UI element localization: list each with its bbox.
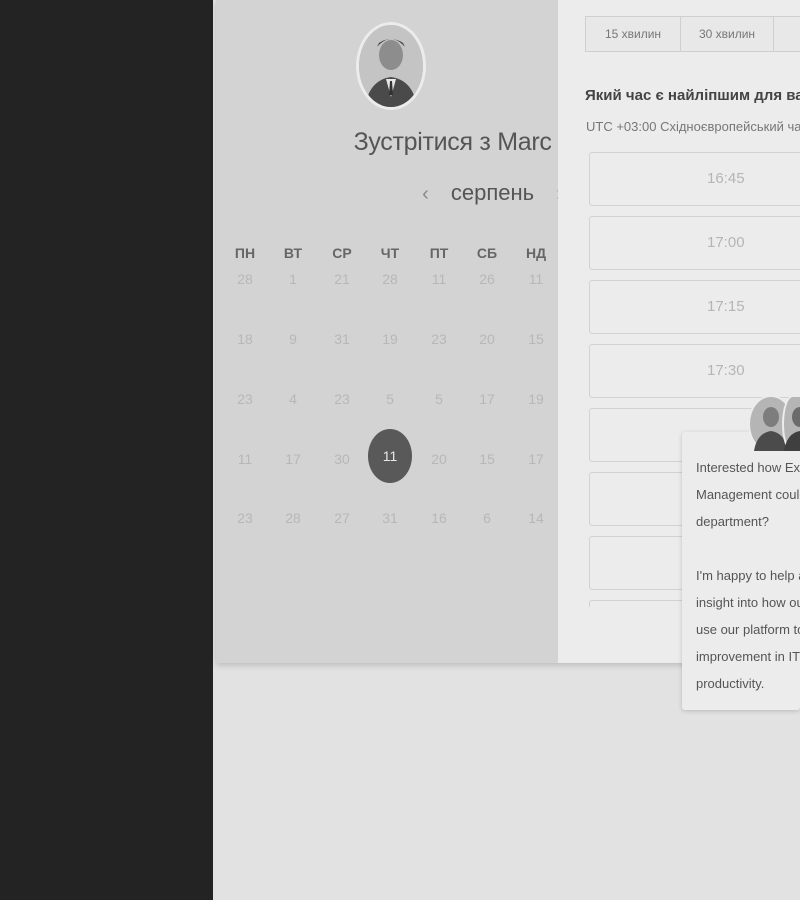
- weekday-label: СР: [332, 245, 352, 261]
- calendar-day[interactable]: 28: [370, 271, 410, 291]
- calendar-day[interactable]: 6: [467, 510, 507, 530]
- duration-tabs: 15 хвилин 30 хвилин: [585, 16, 800, 52]
- calendar-day[interactable]: 20: [467, 331, 507, 351]
- calendar-day[interactable]: 20: [419, 451, 459, 471]
- weekday-label: ЧТ: [380, 245, 400, 261]
- duration-tab[interactable]: 15 хвилин: [586, 17, 681, 51]
- chat-message: Interested how Exp Management could depa…: [696, 460, 800, 691]
- timezone-label[interactable]: UTC +03:00 Східноєвропейський час: [586, 119, 800, 134]
- calendar-day[interactable]: 17: [516, 451, 556, 471]
- calendar-day[interactable]: 26: [467, 271, 507, 291]
- weekday-label: ПН: [234, 245, 256, 261]
- calendar-day[interactable]: 5: [370, 391, 410, 411]
- calendar-day[interactable]: 11: [516, 271, 556, 291]
- time-slot[interactable]: 17:00: [589, 216, 800, 270]
- agent-avatar: [782, 395, 800, 453]
- calendar-day[interactable]: 19: [516, 391, 556, 411]
- calendar-day[interactable]: 11: [419, 271, 459, 291]
- calendar-day[interactable]: 5: [419, 391, 459, 411]
- calendar-day[interactable]: 28: [225, 271, 265, 291]
- calendar-day[interactable]: 14: [516, 510, 556, 530]
- chat-avatars[interactable]: [748, 395, 800, 453]
- calendar-day[interactable]: 31: [322, 331, 362, 351]
- prev-month-icon[interactable]: ‹: [410, 183, 441, 205]
- time-question-heading: Який час є найліпшим для вас?: [585, 87, 800, 104]
- calendar-day-selected[interactable]: 11: [368, 429, 412, 483]
- calendar-day[interactable]: 1: [273, 271, 313, 291]
- calendar-day[interactable]: 23: [225, 510, 265, 530]
- calendar-day[interactable]: 23: [419, 331, 459, 351]
- agent-photo-icon: [784, 407, 800, 451]
- calendar-day[interactable]: 28: [273, 510, 313, 530]
- chat-popup[interactable]: Interested how Exp Management could depa…: [682, 432, 800, 710]
- calendar-day[interactable]: 30: [322, 451, 362, 471]
- calendar-day[interactable]: 4: [273, 391, 313, 411]
- calendar-day[interactable]: 23: [322, 391, 362, 411]
- weekday-label: ПТ: [429, 245, 449, 261]
- calendar-day[interactable]: 15: [516, 331, 556, 351]
- time-slot[interactable]: 16:45: [589, 152, 800, 206]
- calendar-day[interactable]: 19: [370, 331, 410, 351]
- weekday-label: ВТ: [283, 245, 303, 261]
- calendar-day[interactable]: 31: [370, 510, 410, 530]
- calendar-day[interactable]: 27: [322, 510, 362, 530]
- calendar-day[interactable]: 23: [225, 391, 265, 411]
- left-dark-area: [0, 0, 213, 900]
- calendar-day[interactable]: 15: [467, 451, 507, 471]
- host-photo-icon: [359, 25, 423, 107]
- time-slot[interactable]: 17:30: [589, 344, 800, 398]
- host-avatar: [356, 22, 426, 110]
- calendar-day[interactable]: 21: [322, 271, 362, 291]
- weekday-label: СБ: [476, 245, 498, 261]
- calendar-day[interactable]: 17: [467, 391, 507, 411]
- duration-tab[interactable]: 30 хвилин: [681, 17, 774, 51]
- weekday-label: НД: [525, 245, 547, 261]
- calendar-day[interactable]: 17: [273, 451, 313, 471]
- month-label: серпень: [450, 180, 535, 205]
- calendar-day[interactable]: 16: [419, 510, 459, 530]
- calendar-day[interactable]: 9: [273, 331, 313, 351]
- time-slot[interactable]: 17:15: [589, 280, 800, 334]
- calendar-day[interactable]: 11: [225, 451, 265, 471]
- calendar-day[interactable]: 18: [225, 331, 265, 351]
